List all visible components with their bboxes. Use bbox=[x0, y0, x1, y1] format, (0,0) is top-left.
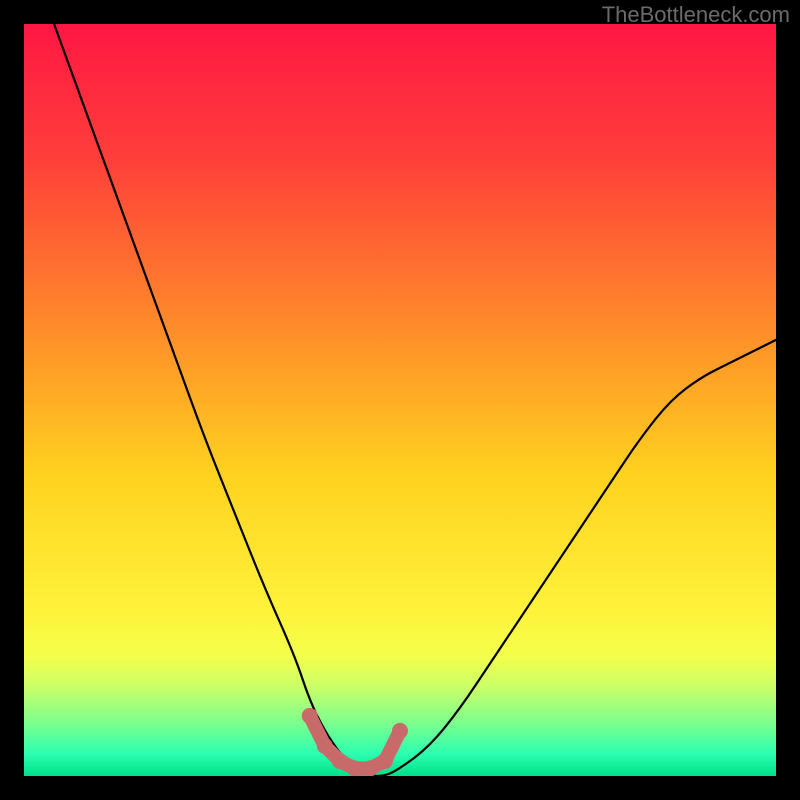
valley-dot bbox=[362, 760, 378, 776]
valley-dot bbox=[377, 753, 393, 769]
plot-area bbox=[24, 24, 776, 776]
bottleneck-chart bbox=[24, 24, 776, 776]
gradient-background bbox=[24, 24, 776, 776]
chart-frame: TheBottleneck.com bbox=[0, 0, 800, 800]
valley-dot bbox=[302, 708, 318, 724]
valley-dot bbox=[392, 723, 408, 739]
valley-dot bbox=[332, 753, 348, 769]
valley-dot bbox=[317, 738, 333, 754]
valley-dot bbox=[347, 760, 363, 776]
